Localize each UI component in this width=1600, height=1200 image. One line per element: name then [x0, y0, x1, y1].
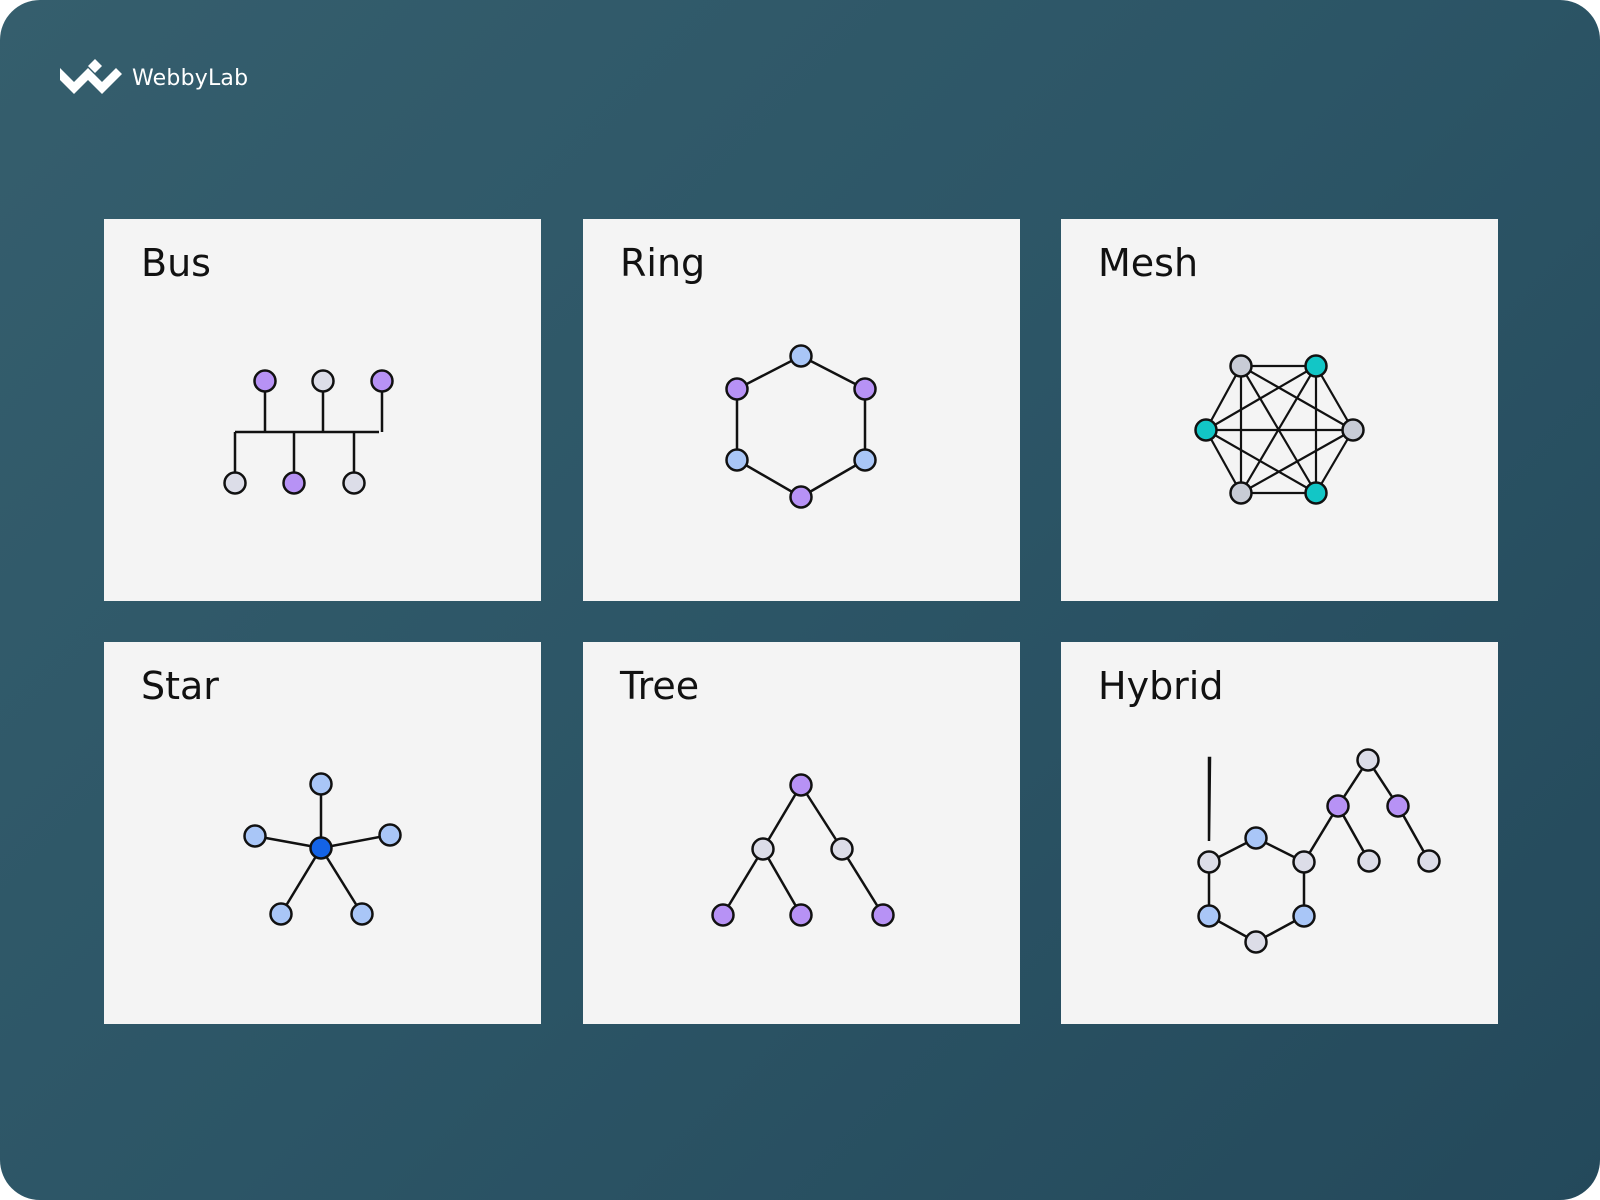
card-mesh: Mesh: [1061, 219, 1498, 601]
tree-node: [789, 903, 813, 927]
tree-node: [830, 837, 854, 861]
bus-node: [282, 471, 306, 495]
mesh-node: [1229, 481, 1253, 505]
ring-node: [789, 344, 813, 368]
card-title-ring: Ring: [620, 241, 706, 285]
star-node: [378, 823, 402, 847]
star-node: [269, 902, 293, 926]
hybrid-node: [1386, 794, 1410, 818]
hybrid-node: [1292, 904, 1316, 928]
hybrid-node: [1244, 930, 1268, 954]
card-bus: Bus: [104, 219, 541, 601]
bus-node: [311, 369, 335, 393]
card-title-bus: Bus: [141, 241, 211, 285]
mesh-node: [1304, 354, 1328, 378]
tree-node: [751, 837, 775, 861]
bus-node: [253, 369, 277, 393]
mesh-node: [1341, 418, 1365, 442]
hybrid-node: [1197, 904, 1221, 928]
tree-node: [789, 773, 813, 797]
hybrid-node: [1292, 850, 1316, 874]
hybrid-node: [1197, 850, 1221, 874]
ring-node: [789, 485, 813, 509]
mesh-node: [1229, 354, 1253, 378]
star-hub-node: [309, 836, 333, 860]
page-background: WebbyLab Bus Ring Mesh Star Tree Hybrid: [0, 0, 1600, 1200]
mesh-node: [1194, 418, 1218, 442]
brand-name: WebbyLab: [132, 65, 249, 91]
bus-node: [342, 471, 366, 495]
ring-node: [725, 377, 749, 401]
star-node: [243, 824, 267, 848]
star-node: [309, 772, 333, 796]
bus-node: [223, 471, 247, 495]
mesh-node: [1304, 481, 1328, 505]
card-title-star: Star: [141, 664, 219, 708]
card-tree: Tree: [583, 642, 1020, 1024]
hybrid-node: [1244, 826, 1268, 850]
tree-node: [711, 903, 735, 927]
ring-node: [853, 448, 877, 472]
card-hybrid: Hybrid: [1061, 642, 1498, 1024]
hybrid-node: [1357, 849, 1381, 873]
star-node: [350, 902, 374, 926]
webbylab-logo-icon: [60, 59, 122, 94]
hybrid-node: [1326, 794, 1350, 818]
brand-logo[interactable]: WebbyLab: [58, 58, 248, 98]
hybrid-node: [1417, 849, 1441, 873]
hybrid-node: [1356, 748, 1380, 772]
ring-node: [853, 377, 877, 401]
bus-node: [370, 369, 394, 393]
card-star: Star: [104, 642, 541, 1024]
tree-node: [871, 903, 895, 927]
card-title-mesh: Mesh: [1098, 241, 1199, 285]
ring-node: [725, 448, 749, 472]
card-title-tree: Tree: [620, 664, 700, 708]
card-ring: Ring: [583, 219, 1020, 601]
card-title-hybrid: Hybrid: [1098, 664, 1224, 708]
